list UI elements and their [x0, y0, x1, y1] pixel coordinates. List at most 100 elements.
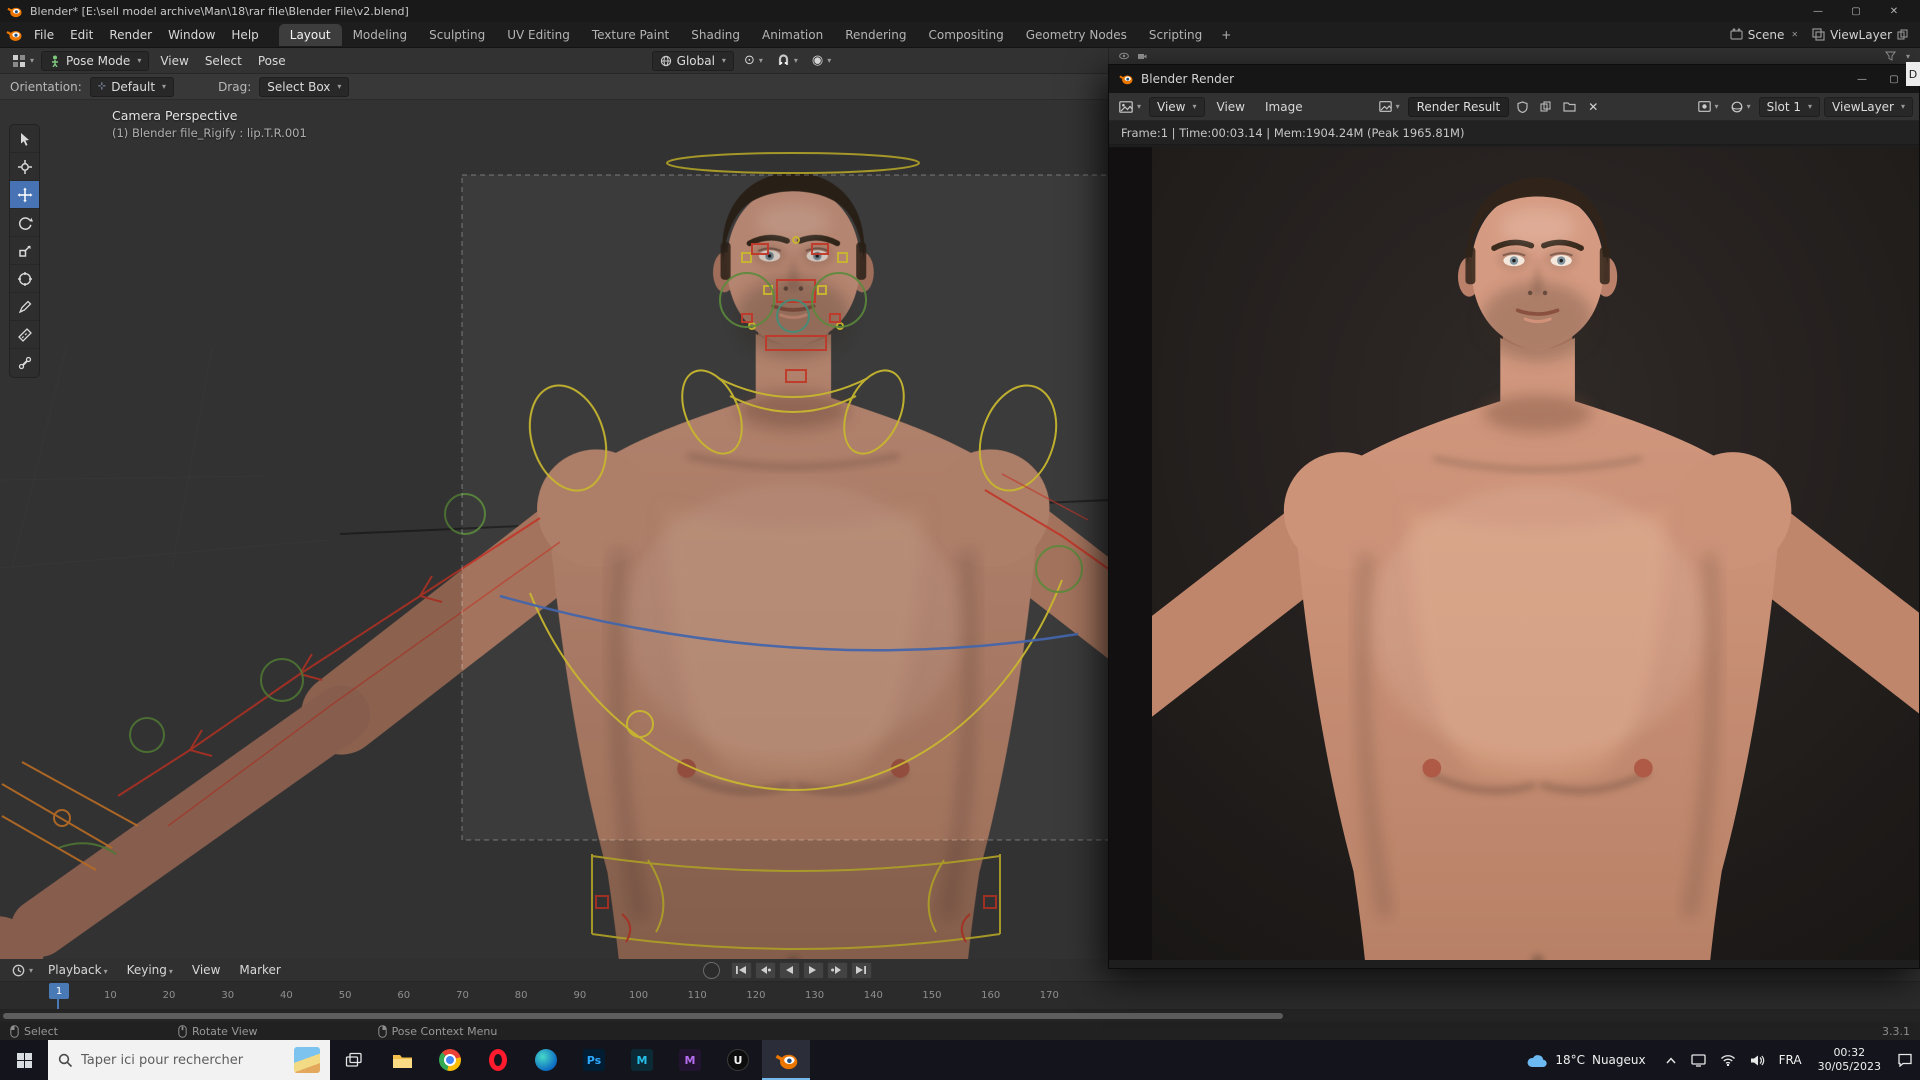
- viewport-menu[interactable]: Select: [197, 51, 250, 71]
- blender-taskbar-button[interactable]: [762, 1040, 810, 1080]
- orientation-setting-dropdown[interactable]: ⊹ Default ▾: [89, 76, 175, 97]
- timeline-editor-type-button[interactable]: ▾: [8, 962, 37, 979]
- workspace-tab[interactable]: UV Editing: [496, 24, 581, 46]
- drag-setting-dropdown[interactable]: Select Box ▾: [259, 76, 350, 97]
- render-maximize-button[interactable]: ▢: [1879, 67, 1909, 91]
- tool-measure[interactable]: [10, 321, 39, 349]
- open-image-button[interactable]: [1559, 99, 1580, 114]
- taskbar-search-box[interactable]: [48, 1040, 330, 1080]
- browser-button[interactable]: [522, 1040, 570, 1080]
- image-name-field[interactable]: Render Result: [1407, 96, 1510, 117]
- render-layer-dropdown[interactable]: ViewLayer ▾: [1824, 96, 1913, 117]
- camera-small-icon[interactable]: [1137, 51, 1147, 61]
- render-slot-dropdown[interactable]: Slot 1 ▾: [1758, 96, 1821, 117]
- play-reverse-button[interactable]: [778, 961, 800, 979]
- render-window[interactable]: Blender Render — ▢ ▾ View ▾ View Image ▾…: [1108, 64, 1920, 969]
- menubar-menu[interactable]: Help: [223, 25, 266, 45]
- tool-scale[interactable]: [10, 237, 39, 265]
- hidden-icons-button[interactable]: [1658, 1040, 1684, 1080]
- tool-cursor[interactable]: [10, 153, 39, 181]
- designer-button[interactable]: M: [666, 1040, 714, 1080]
- partial-background-window[interactable]: D: [1906, 62, 1920, 86]
- playhead-current-frame[interactable]: 1: [49, 983, 69, 999]
- workspace-tab[interactable]: Geometry Nodes: [1015, 24, 1138, 46]
- pivot-point-button[interactable]: ⊙ ▾: [740, 51, 767, 70]
- taskbar-clock[interactable]: 00:32 30/05/2023: [1809, 1040, 1890, 1080]
- fake-user-button[interactable]: [1513, 99, 1532, 115]
- jump-to-end-button[interactable]: [850, 961, 872, 979]
- snap-toggle-button[interactable]: ▾: [773, 52, 802, 69]
- eye-icon[interactable]: [1119, 51, 1129, 61]
- search-input[interactable]: [81, 1052, 281, 1068]
- render-minimize-button[interactable]: —: [1847, 67, 1877, 91]
- search-highlight-thumbnail[interactable]: [294, 1047, 320, 1073]
- timeline-menu-playback[interactable]: Playback ▾: [40, 960, 116, 980]
- editor-type-button[interactable]: ▾: [8, 52, 38, 70]
- prev-keyframe-button[interactable]: [754, 961, 776, 979]
- maximize-button[interactable]: ▢: [1837, 0, 1875, 22]
- unlink-image-button[interactable]: ✕: [1584, 98, 1602, 116]
- timeline-menu-marker[interactable]: Marker: [231, 960, 288, 980]
- weather-widget[interactable]: 18°C Nuageux: [1514, 1053, 1657, 1068]
- unreal-button[interactable]: U: [714, 1040, 762, 1080]
- menubar-menu[interactable]: File: [26, 25, 62, 45]
- chrome-button[interactable]: [426, 1040, 474, 1080]
- next-keyframe-button[interactable]: [826, 961, 848, 979]
- language-indicator[interactable]: FRA: [1772, 1040, 1809, 1080]
- tray-display-button[interactable]: [1684, 1040, 1713, 1080]
- workspace-tab[interactable]: Modeling: [342, 24, 419, 46]
- tray-network-button[interactable]: [1713, 1040, 1743, 1080]
- blender-app-icon[interactable]: [6, 27, 22, 43]
- scene-unlink-icon[interactable]: ✕: [1791, 30, 1798, 39]
- tool-move[interactable]: [10, 181, 39, 209]
- workspace-tab[interactable]: Animation: [751, 24, 834, 46]
- proportional-edit-button[interactable]: ◉ ▾: [808, 51, 835, 70]
- render-menu-image[interactable]: Image: [1257, 97, 1311, 117]
- tool-rotate[interactable]: [10, 209, 39, 237]
- view-transform-button[interactable]: ▾: [1727, 99, 1755, 115]
- start-button[interactable]: [0, 1040, 48, 1080]
- scrollbar-thumb[interactable]: [3, 1013, 1283, 1019]
- workspace-tab[interactable]: Layout: [278, 23, 342, 46]
- maya-button[interactable]: M: [618, 1040, 666, 1080]
- close-button[interactable]: ✕: [1875, 0, 1913, 22]
- menubar-menu[interactable]: Window: [160, 25, 223, 45]
- play-button[interactable]: [802, 961, 824, 979]
- workspace-tab[interactable]: Sculpting: [418, 24, 496, 46]
- workspace-tab[interactable]: Scripting: [1138, 24, 1213, 46]
- mode-dropdown[interactable]: Pose Mode ▾: [41, 50, 150, 71]
- copy-icon[interactable]: [1897, 29, 1908, 40]
- tool-transform[interactable]: [10, 265, 39, 293]
- transform-orientation-dropdown[interactable]: Global ▾: [651, 50, 734, 71]
- tray-volume-button[interactable]: [1743, 1040, 1772, 1080]
- workspace-tab[interactable]: Compositing: [917, 24, 1014, 46]
- tool-tweak-select[interactable]: [10, 125, 39, 153]
- menubar-menu[interactable]: Edit: [62, 25, 101, 45]
- new-image-button[interactable]: [1536, 99, 1555, 114]
- add-workspace-button[interactable]: +: [1213, 24, 1239, 46]
- filter-funnel-icon[interactable]: [1884, 51, 1896, 61]
- workspace-tab[interactable]: Rendering: [834, 24, 917, 46]
- render-menu-view[interactable]: View: [1209, 97, 1253, 117]
- menubar-menu[interactable]: Render: [101, 25, 160, 45]
- viewlayer-selector[interactable]: ViewLayer: [1812, 28, 1908, 42]
- minimize-button[interactable]: —: [1799, 0, 1837, 22]
- image-editor-type-button[interactable]: ▾: [1115, 99, 1145, 115]
- notification-center-button[interactable]: [1890, 1040, 1920, 1080]
- tool-annotate[interactable]: [10, 293, 39, 321]
- strip-caret-icon[interactable]: ▾: [1906, 52, 1910, 61]
- render-result-image[interactable]: [1152, 147, 1919, 960]
- jump-to-start-button[interactable]: [730, 961, 752, 979]
- opera-button[interactable]: [474, 1040, 522, 1080]
- display-channels-button[interactable]: ▾: [1694, 99, 1723, 114]
- frame-ruler[interactable]: 10 20 30 40 50 60 70 80 90 100 110 120 130 140 150 160 1…: [0, 982, 1920, 1010]
- workspace-tab[interactable]: Shading: [680, 24, 751, 46]
- photoshop-button[interactable]: Ps: [570, 1040, 618, 1080]
- scene-selector[interactable]: Scene ✕: [1730, 28, 1798, 42]
- workspace-tab[interactable]: Texture Paint: [581, 24, 680, 46]
- horizontal-scrollbar[interactable]: [0, 1010, 1920, 1022]
- render-window-titlebar[interactable]: Blender Render — ▢: [1109, 65, 1919, 93]
- task-view-button[interactable]: [330, 1040, 378, 1080]
- browse-image-button[interactable]: ▾: [1375, 99, 1404, 114]
- file-explorer-button[interactable]: [378, 1040, 426, 1080]
